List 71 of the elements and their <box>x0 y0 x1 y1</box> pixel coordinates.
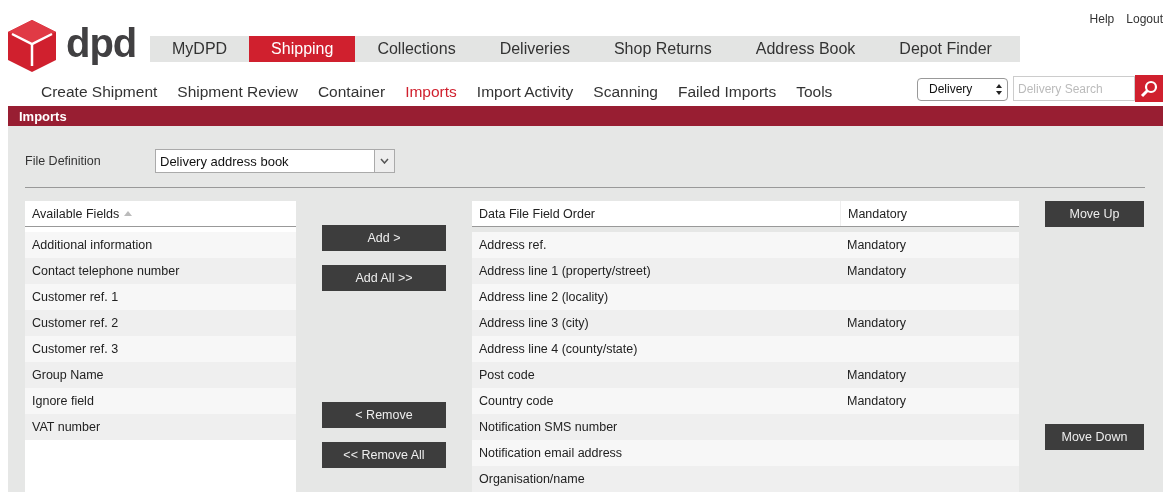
main-nav-tab[interactable]: Depot Finder <box>877 36 1014 62</box>
search-icon <box>1140 79 1158 98</box>
table-cell-text: Address line 2 (locality) <box>478 289 610 306</box>
main-nav-tab[interactable]: MyDPD <box>150 36 250 62</box>
chevron-down-icon <box>380 158 389 164</box>
move-up-button[interactable]: Move Up <box>1045 201 1144 227</box>
search-scope-select[interactable]: Delivery <box>917 77 1008 101</box>
table-cell-text: Mandatory <box>846 393 908 410</box>
table-row[interactable]: Address line 3 (city) Mandatory <box>472 310 1019 336</box>
table-row[interactable]: Organisation/name <box>472 466 1019 492</box>
field-label: File Definition <box>25 154 102 168</box>
main-nav-tab[interactable]: Shop Returns <box>591 36 734 62</box>
list-item[interactable]: Customer ref. 1 <box>25 284 296 310</box>
main-nav-tab[interactable]: Collections <box>355 36 478 62</box>
table-cell-text: Notification email address <box>478 445 624 462</box>
table-cell-text: Address line 1 (property/street) <box>478 263 652 280</box>
list-item[interactable]: Additional information <box>25 232 296 258</box>
cube-logo-icon <box>8 20 56 72</box>
logo-text: dpd <box>66 20 137 66</box>
table-cell-text: Organisation/name <box>478 471 586 488</box>
table-cell-text: Notification SMS number <box>478 419 619 436</box>
remove-all-button[interactable]: << Remove All <box>322 442 446 468</box>
search-button[interactable] <box>1135 75 1163 102</box>
table-row[interactable]: Address line 4 (county/state) <box>472 336 1019 362</box>
table-row[interactable]: Notification email address <box>472 440 1019 466</box>
table-row[interactable]: Address line 1 (property/street) Mandatory <box>472 258 1019 284</box>
sub-nav-tab[interactable]: Failed Imports <box>677 83 777 101</box>
table-row[interactable]: Address line 2 (locality) <box>472 284 1019 310</box>
add-all-button[interactable]: Add All >> <box>322 265 446 291</box>
table-cell-text: Address ref. <box>478 237 548 254</box>
main-nav-tab[interactable]: Address Book <box>733 36 878 62</box>
file-definition-select[interactable]: Delivery address book <box>155 149 395 173</box>
sub-nav-tab[interactable]: Import Activity <box>476 83 574 101</box>
table-row[interactable]: Notification SMS number <box>472 414 1019 440</box>
table-cell-text: Post code <box>478 367 536 384</box>
sub-nav-tab[interactable]: Scanning <box>593 83 658 101</box>
list-item[interactable]: Customer ref. 2 <box>25 310 296 336</box>
table-cell-text: Mandatory <box>846 237 908 254</box>
table-cell-text: Mandatory <box>846 315 908 332</box>
table-cell-text: Mandatory <box>846 367 908 384</box>
list-item[interactable]: VAT number <box>25 414 296 440</box>
table-cell-text: Address line 4 (county/state) <box>478 341 639 358</box>
list-item[interactable]: Ignore field <box>25 388 296 414</box>
header-link[interactable]: Logout <box>1126 12 1163 26</box>
sub-nav-tab[interactable]: Tools <box>796 83 833 101</box>
sub-nav-tab[interactable]: Imports <box>405 83 457 101</box>
main-nav-tab[interactable]: Deliveries <box>477 36 592 62</box>
column-header: Data File Field Order <box>479 206 595 221</box>
list-item[interactable]: Group Name <box>25 362 296 388</box>
sub-nav-tab[interactable]: Container <box>317 83 386 101</box>
header-link[interactable]: Help <box>1089 12 1115 26</box>
add-button[interactable]: Add > <box>322 225 446 251</box>
table-row[interactable]: Country code Mandatory <box>472 388 1019 414</box>
column-header: Mandatory <box>848 206 908 221</box>
updown-caret-icon <box>996 83 1002 95</box>
main-nav-tab[interactable]: Shipping <box>249 36 356 62</box>
sub-nav-tab[interactable]: Create Shipment <box>41 83 158 101</box>
search-field[interactable]: Delivery Search <box>1013 76 1135 101</box>
sort-up-icon <box>124 211 133 216</box>
table-row[interactable]: Post code Mandatory <box>472 362 1019 388</box>
column-header[interactable]: Available Fields <box>32 206 120 221</box>
sub-nav-tab[interactable]: Shipment Review <box>177 83 298 101</box>
table-cell-text: Country code <box>478 393 555 410</box>
remove-button[interactable]: < Remove <box>322 402 446 428</box>
table-cell-text: Mandatory <box>846 263 908 280</box>
move-down-button[interactable]: Move Down <box>1045 424 1144 450</box>
list-item[interactable]: Customer ref. 3 <box>25 336 296 362</box>
table-row[interactable]: Address ref. Mandatory <box>472 232 1019 258</box>
section-title: Imports <box>19 108 67 124</box>
table-cell-text: Address line 3 (city) <box>478 315 590 332</box>
list-item[interactable]: Contact telephone number <box>25 258 296 284</box>
